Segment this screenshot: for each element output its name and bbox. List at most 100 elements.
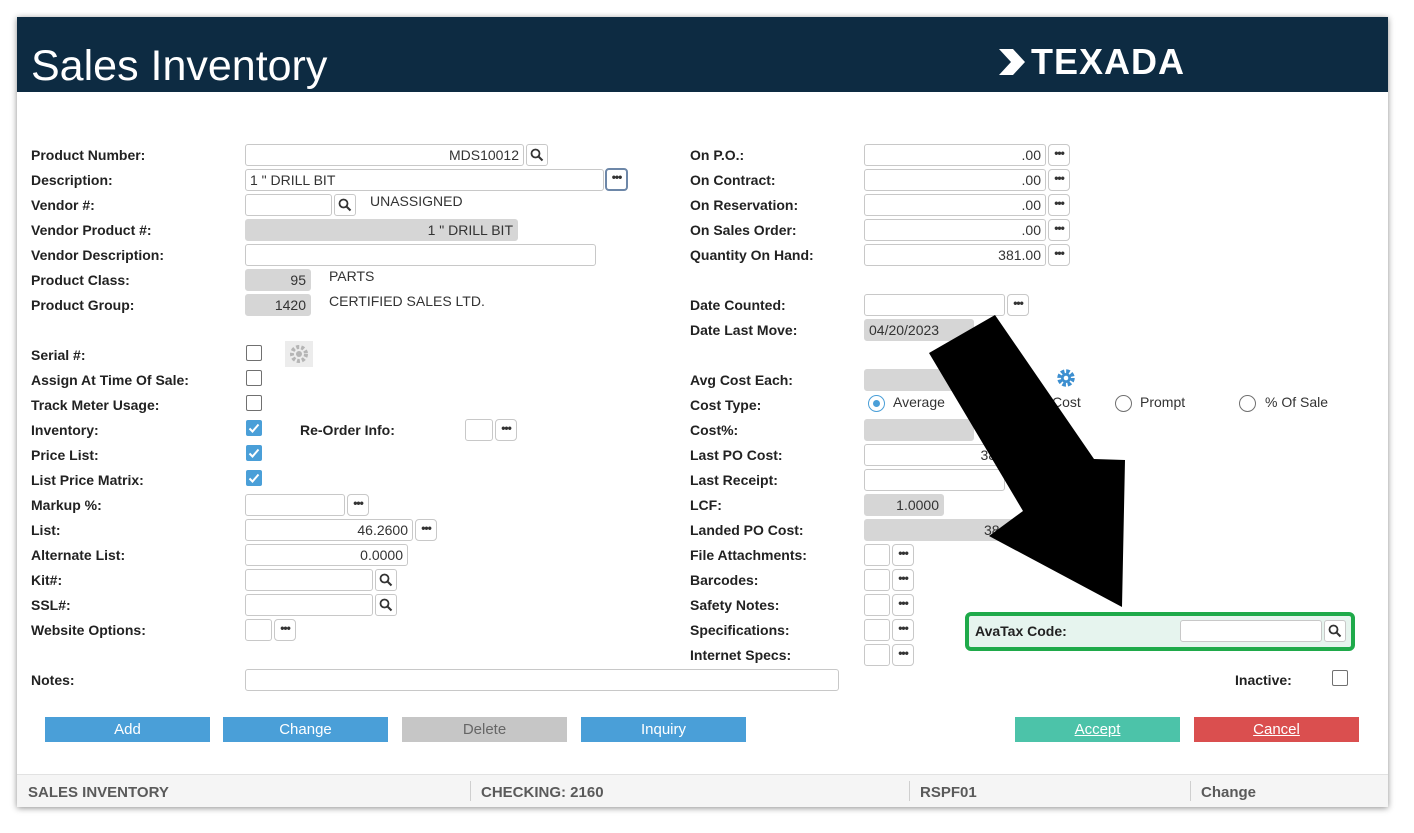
ellipsis-icon: ••• <box>1013 295 1024 310</box>
quantity-on-hand-input[interactable]: 381.00 <box>864 244 1046 266</box>
date-counted-input[interactable] <box>864 294 1005 316</box>
quantity-on-hand-label: Quantity On Hand: <box>690 247 814 263</box>
kit-input[interactable] <box>245 569 373 591</box>
on-sales-order-more-button[interactable]: ••• <box>1048 219 1070 241</box>
reorder-info-input[interactable] <box>465 419 493 441</box>
markup-more-button[interactable]: ••• <box>347 494 369 516</box>
cost-type-average-radio[interactable] <box>868 395 885 412</box>
cost-pct-input <box>864 419 974 441</box>
texada-chevron-icon <box>999 49 1025 75</box>
quantity-on-hand-more-button[interactable]: ••• <box>1048 244 1070 266</box>
product-group-label: Product Group: <box>31 297 135 313</box>
product-number-search-button[interactable] <box>526 144 548 166</box>
ellipsis-icon: ••• <box>280 620 291 635</box>
landed-po-cost-input: 38.55 <box>864 519 1024 541</box>
specifications-more-button[interactable]: ••• <box>892 619 914 641</box>
serial-checkbox[interactable] <box>246 345 262 361</box>
cost-type-prompt-label: Prompt <box>1140 394 1186 410</box>
specifications-input[interactable] <box>864 619 890 641</box>
status-module: SALES INVENTORY <box>28 784 169 801</box>
on-contract-more-button[interactable]: ••• <box>1048 169 1070 191</box>
notes-input[interactable] <box>245 669 839 691</box>
avatax-code-input[interactable] <box>1180 620 1322 642</box>
check-icon <box>248 473 260 483</box>
delete-button[interactable]: Delete <box>402 717 567 742</box>
form-body: Product Number: MDS10012 Description: 1 … <box>17 92 1388 807</box>
on-sales-order-input[interactable]: .00 <box>864 219 1046 241</box>
last-receipt-input[interactable] <box>864 469 1005 491</box>
status-bar: SALES INVENTORY CHECKING: 2160 RSPF01 Ch… <box>17 774 1388 807</box>
on-reservation-more-button[interactable]: ••• <box>1048 194 1070 216</box>
logo-text: TEXADA <box>1031 41 1186 82</box>
date-counted-more-button[interactable]: ••• <box>1007 294 1029 316</box>
ssl-search-button[interactable] <box>375 594 397 616</box>
inquiry-button[interactable]: Inquiry <box>581 717 746 742</box>
cost-type-label: Cost Type: <box>690 397 762 413</box>
vendor-search-button[interactable] <box>334 194 356 216</box>
list-price-matrix-label: List Price Matrix: <box>31 472 144 488</box>
product-group-name: CERTIFIED SALES LTD. <box>329 293 485 309</box>
file-attachments-input[interactable] <box>864 544 890 566</box>
cancel-button[interactable]: Cancel <box>1194 717 1359 742</box>
inventory-checkbox[interactable] <box>246 420 262 436</box>
texada-logo: TEXADA <box>997 41 1186 82</box>
notes-label: Notes: <box>31 672 75 688</box>
date-last-move-input: 04/20/2023 <box>864 319 974 341</box>
ellipsis-icon: ••• <box>898 595 909 610</box>
product-number-input[interactable]: MDS10012 <box>245 144 524 166</box>
change-button[interactable]: Change <box>223 717 388 742</box>
on-po-input[interactable]: .00 <box>864 144 1046 166</box>
markup-input[interactable] <box>245 494 345 516</box>
avg-cost-gear-icon[interactable] <box>1055 367 1077 389</box>
on-reservation-input[interactable]: .00 <box>864 194 1046 216</box>
search-icon <box>379 598 393 612</box>
description-more-button[interactable]: ••• <box>605 168 628 191</box>
list-price-matrix-checkbox[interactable] <box>246 470 262 486</box>
alternate-list-input[interactable]: 0.0000 <box>245 544 408 566</box>
accept-button[interactable]: Accept <box>1015 717 1180 742</box>
website-options-more-button[interactable]: ••• <box>274 619 296 641</box>
avatax-code-search-button[interactable] <box>1324 620 1346 642</box>
on-sales-order-label: On Sales Order: <box>690 222 797 238</box>
add-button[interactable]: Add <box>45 717 210 742</box>
internet-specs-more-button[interactable]: ••• <box>892 644 914 666</box>
internet-specs-input[interactable] <box>864 644 890 666</box>
file-attachments-more-button[interactable]: ••• <box>892 544 914 566</box>
vendor-input[interactable] <box>245 194 332 216</box>
barcodes-input[interactable] <box>864 569 890 591</box>
price-list-label: Price List: <box>31 447 99 463</box>
kit-label: Kit#: <box>31 572 63 588</box>
track-meter-checkbox[interactable] <box>246 395 262 411</box>
ellipsis-icon: ••• <box>1054 245 1065 260</box>
barcodes-more-button[interactable]: ••• <box>892 569 914 591</box>
ssl-input[interactable] <box>245 594 373 616</box>
vendor-description-label: Vendor Description: <box>31 247 165 263</box>
cost-type-prompt-radio[interactable] <box>1115 395 1132 412</box>
safety-notes-more-button[interactable]: ••• <box>892 594 914 616</box>
inactive-checkbox[interactable] <box>1332 670 1348 686</box>
website-options-input[interactable] <box>245 619 272 641</box>
serial-label: Serial #: <box>31 347 86 363</box>
accept-button-label: Accept <box>1074 721 1121 738</box>
cost-type-average-label: Average <box>893 394 945 410</box>
last-po-cost-input[interactable]: 38. <box>864 444 1005 466</box>
vendor-description-input[interactable] <box>245 244 596 266</box>
list-more-button[interactable]: ••• <box>415 519 437 541</box>
cost-type-pct-of-sale-radio[interactable] <box>1239 395 1256 412</box>
description-input[interactable]: 1 " DRILL BIT <box>245 169 604 191</box>
assign-at-sale-checkbox[interactable] <box>246 370 262 386</box>
price-list-checkbox[interactable] <box>246 445 262 461</box>
barcodes-label: Barcodes: <box>690 572 759 588</box>
on-contract-input[interactable]: .00 <box>864 169 1046 191</box>
status-separator <box>1190 781 1191 801</box>
safety-notes-input[interactable] <box>864 594 890 616</box>
reorder-info-more-button[interactable]: ••• <box>495 419 517 441</box>
alternate-list-label: Alternate List: <box>31 547 126 563</box>
on-po-more-button[interactable]: ••• <box>1048 144 1070 166</box>
avg-cost-each-input <box>864 369 974 391</box>
list-input[interactable]: 46.2600 <box>245 519 413 541</box>
kit-search-button[interactable] <box>375 569 397 591</box>
last-po-cost-label: Last PO Cost: <box>690 447 783 463</box>
landed-po-cost-label: Landed PO Cost: <box>690 522 804 538</box>
sales-inventory-window: Sales Inventory TEXADA Product Number: M… <box>17 17 1388 807</box>
